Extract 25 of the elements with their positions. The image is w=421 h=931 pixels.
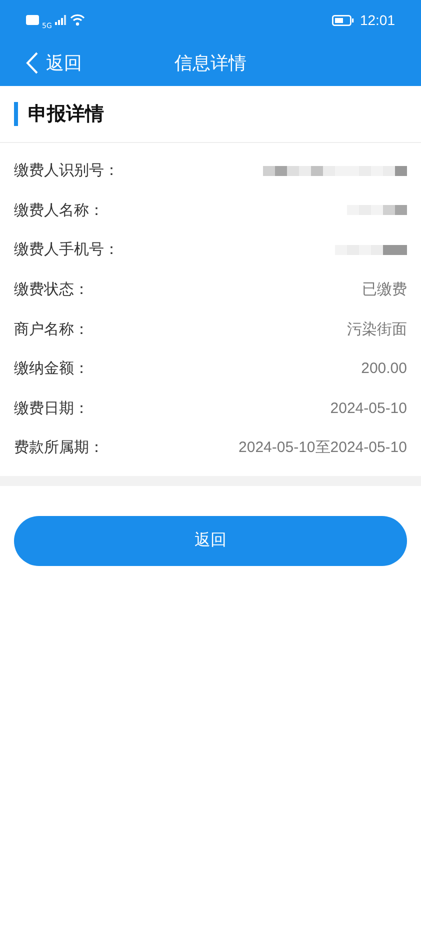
hd-icon bbox=[26, 15, 39, 25]
back-button[interactable]: 返回 bbox=[0, 51, 82, 75]
field-value: 200.00 bbox=[361, 360, 407, 378]
field-label: 缴费人名称： bbox=[14, 200, 104, 220]
field-value: 2024-05-10 bbox=[330, 400, 407, 417]
field-label: 商户名称： bbox=[14, 320, 89, 339]
field-label: 费款所属期： bbox=[14, 438, 104, 458]
field-value: 已缴费 bbox=[362, 280, 407, 300]
field-label: 缴费状态： bbox=[14, 280, 89, 300]
field-label: 缴费日期： bbox=[14, 398, 89, 418]
clock: 12:01 bbox=[360, 12, 395, 28]
field-label: 缴纳金额： bbox=[14, 359, 89, 378]
return-button[interactable]: 返回 bbox=[14, 516, 407, 566]
page-title: 信息详情 bbox=[174, 52, 246, 75]
field-label: 缴费人识别号： bbox=[14, 161, 119, 180]
signal-icon bbox=[54, 15, 67, 25]
pixelated-value bbox=[335, 244, 407, 255]
pixelated-value bbox=[347, 205, 407, 216]
section-title: 申报详情 bbox=[28, 102, 104, 127]
wifi-icon bbox=[70, 14, 85, 26]
accent-bar bbox=[14, 102, 18, 126]
field-value: 污染街面 bbox=[347, 320, 407, 339]
battery-icon bbox=[332, 14, 354, 26]
field-value: 2024-05-10至2024-05-10 bbox=[238, 438, 407, 458]
field-label: 缴费人手机号： bbox=[14, 240, 119, 260]
